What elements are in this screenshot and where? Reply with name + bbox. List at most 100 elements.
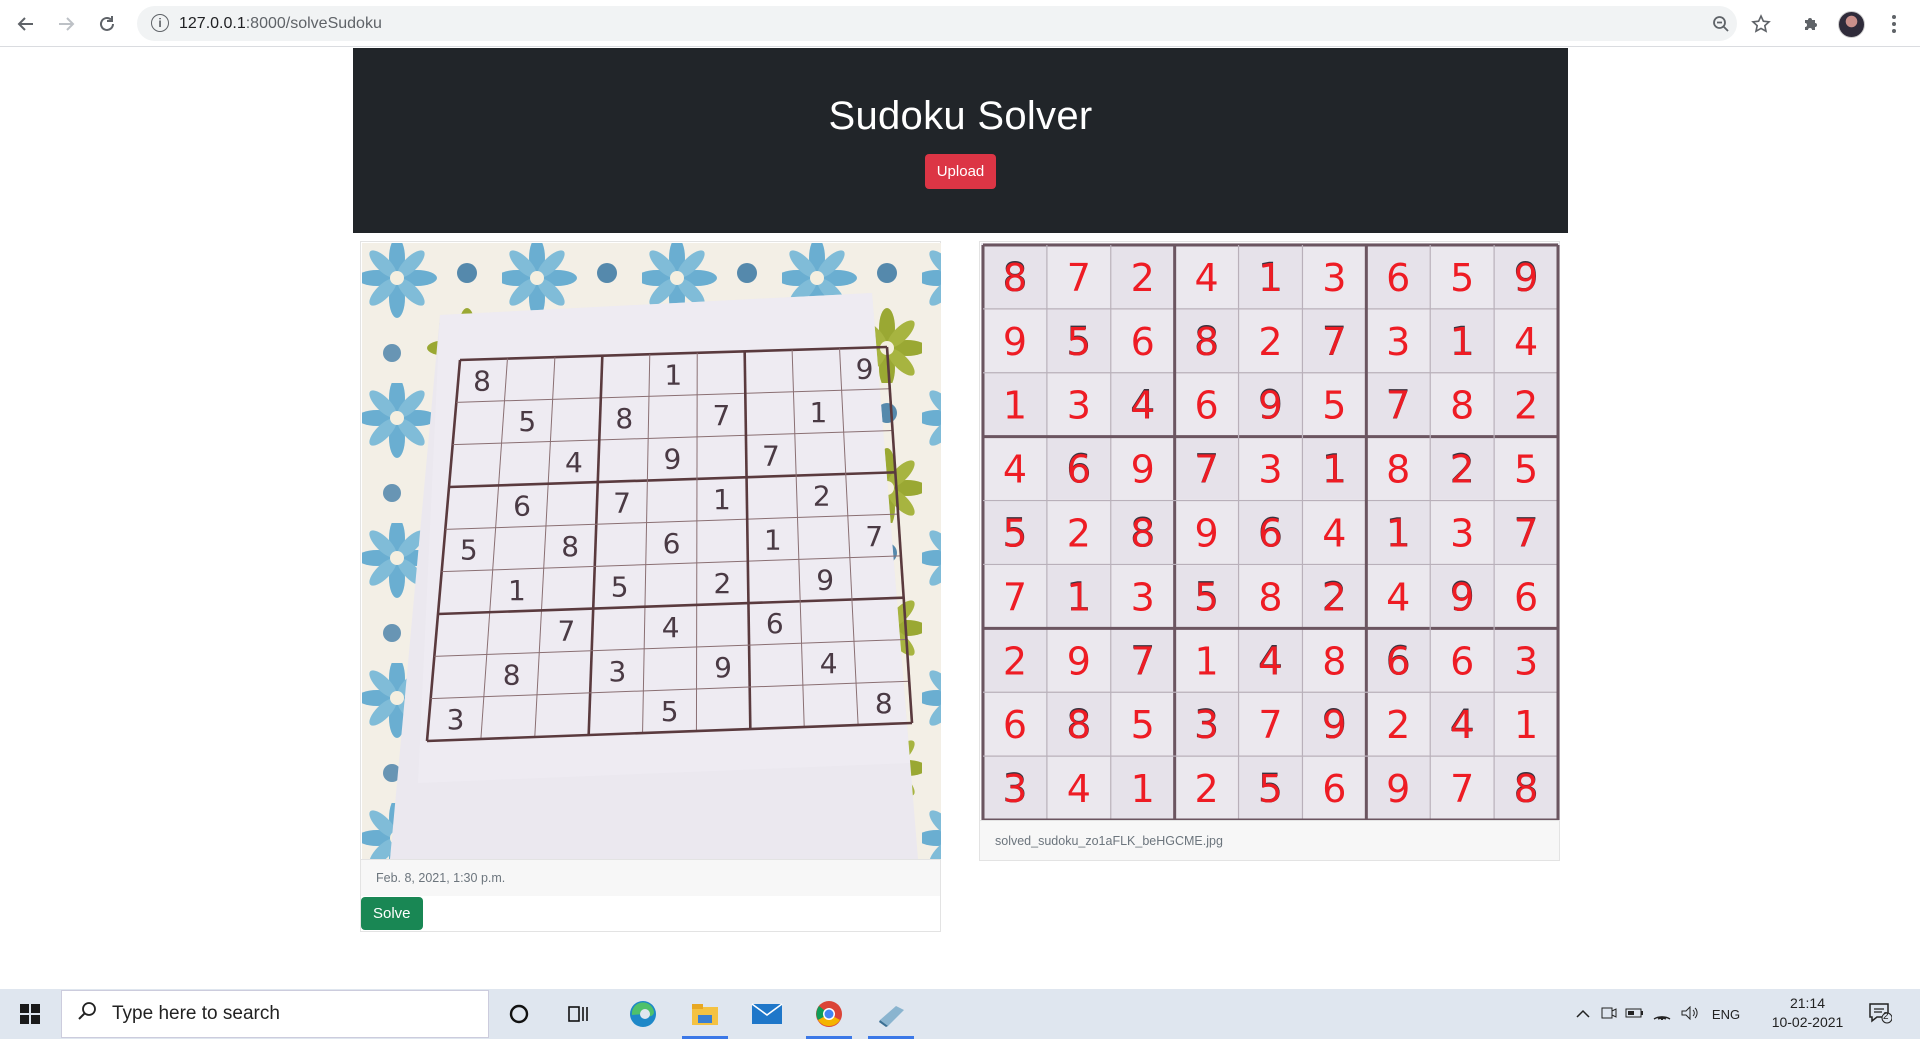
meet-now-icon[interactable] xyxy=(1596,1006,1622,1023)
solved-sudoku-image: 8872411365999556882773114134469957782466… xyxy=(981,243,1560,822)
solved-cell-digit: 5 xyxy=(1514,448,1538,492)
original-cell-digit: 4 xyxy=(565,446,583,479)
solved-cell-digit: 3 xyxy=(1195,703,1219,747)
solved-cell-digit: 6 xyxy=(1258,512,1282,556)
url-host: 127.0.0.1 xyxy=(179,15,246,32)
original-cell-digit: 7 xyxy=(557,615,575,648)
solved-cell-digit: 7 xyxy=(1386,384,1410,428)
solved-cell-digit: 1 xyxy=(1258,256,1282,300)
taskbar-search[interactable]: Type here to search xyxy=(61,990,489,1038)
solved-cell-digit: 4 xyxy=(1258,639,1282,683)
volume-icon[interactable] xyxy=(1676,1005,1704,1023)
solved-cell-digit: 6 xyxy=(1514,575,1538,619)
upload-date: Feb. 8, 2021, 1:30 p.m. xyxy=(361,859,940,896)
forward-button[interactable] xyxy=(50,8,82,40)
solved-cell-digit: 9 xyxy=(1514,256,1538,300)
original-cell-digit: 1 xyxy=(809,396,827,429)
original-cell-digit: 4 xyxy=(820,647,838,680)
solved-cell-digit: 1 xyxy=(1067,575,1091,619)
reload-button[interactable] xyxy=(91,8,123,40)
solved-cell-digit: 7 xyxy=(1195,448,1219,492)
solved-cell-digit: 8 xyxy=(1322,639,1346,683)
extensions-puzzle-icon[interactable] xyxy=(1795,8,1827,40)
solved-cell-digit: 3 xyxy=(1514,639,1538,683)
url-text[interactable]: 127.0.0.1:8000/solveSudoku xyxy=(179,15,382,33)
solved-cell-digit: 5 xyxy=(1450,256,1474,300)
mail-icon[interactable] xyxy=(738,989,796,1039)
zoom-icon[interactable] xyxy=(1709,12,1733,36)
solved-cell-digit: 1 xyxy=(1514,703,1538,747)
bookmark-star-icon[interactable] xyxy=(1745,8,1777,40)
notification-center-icon[interactable]: 2 xyxy=(1868,1002,1893,1024)
original-cell-digit: 9 xyxy=(663,443,681,476)
task-view-icon[interactable] xyxy=(550,989,608,1039)
solved-cell-digit: 1 xyxy=(1322,448,1346,492)
solved-cell-digit: 5 xyxy=(1067,320,1091,364)
solved-cell-digit: 2 xyxy=(1514,384,1538,428)
solved-cell-digit: 5 xyxy=(1258,767,1282,811)
original-cell-digit: 6 xyxy=(663,527,681,560)
solved-cell-digit: 3 xyxy=(1003,767,1027,811)
solved-cell-digit: 4 xyxy=(1450,703,1474,747)
chrome-icon[interactable] xyxy=(800,989,858,1039)
solved-cell-digit: 3 xyxy=(1322,256,1346,300)
edge-browser-icon[interactable] xyxy=(614,989,672,1039)
solved-filename: solved_sudoku_zo1aFLK_beHGCME.jpg xyxy=(980,820,1559,860)
system-tray: ENG xyxy=(1570,989,1748,1039)
original-cell-digit: 1 xyxy=(508,574,526,607)
back-button[interactable] xyxy=(10,8,42,40)
more-menu-icon[interactable] xyxy=(1882,8,1906,40)
original-cell-digit: 2 xyxy=(714,567,732,600)
original-cell-digit: 4 xyxy=(662,611,680,644)
snip-tool-icon[interactable] xyxy=(862,989,920,1039)
solved-sudoku-card: 8872411365999556882773114134469957782466… xyxy=(979,241,1560,861)
original-cell-digit: 6 xyxy=(766,607,784,640)
solved-cell-digit: 1 xyxy=(1003,384,1027,428)
solved-cell-digit: 9 xyxy=(1131,448,1155,492)
file-explorer-icon[interactable] xyxy=(676,989,734,1039)
solved-cell-digit: 6 xyxy=(1067,448,1091,492)
address-bar[interactable]: i 127.0.0.1:8000/solveSudoku xyxy=(137,6,1737,41)
original-cell-digit: 1 xyxy=(664,359,682,392)
info-icon[interactable]: i xyxy=(151,14,169,32)
start-button[interactable] xyxy=(0,989,60,1039)
solved-cell-digit: 4 xyxy=(1067,767,1091,811)
solved-cell-digit: 3 xyxy=(1131,575,1155,619)
notification-count: 2 xyxy=(1883,1011,1889,1022)
upload-button[interactable]: Upload xyxy=(924,154,997,189)
profile-avatar[interactable] xyxy=(1838,11,1865,38)
solved-cell-digit: 8 xyxy=(1195,320,1219,364)
search-icon xyxy=(62,1001,112,1027)
original-sudoku-card: 819587149767125861715297468394358 Feb. 8… xyxy=(360,241,941,932)
cortana-icon[interactable] xyxy=(490,989,548,1039)
solved-cell-digit: 1 xyxy=(1131,767,1155,811)
wifi-icon[interactable] xyxy=(1648,1006,1676,1023)
page-content: Sudoku Solver Upload 8 1 9 5 8 7 1 4 9 7… xyxy=(0,48,1920,989)
original-cell-digit: 5 xyxy=(518,405,536,438)
original-cell-digit: 2 xyxy=(813,480,831,513)
original-cell-digit: 8 xyxy=(561,530,579,563)
solved-cell-digit: 7 xyxy=(1514,512,1538,556)
page-title: Sudoku Solver xyxy=(828,94,1093,138)
solved-cell-digit: 8 xyxy=(1131,512,1155,556)
clock-time: 21:14 xyxy=(1789,995,1826,1011)
original-cell-digit: 7 xyxy=(865,520,883,553)
original-cell-digit: 7 xyxy=(762,439,780,472)
solved-cell-digit: 8 xyxy=(1514,767,1538,811)
solved-cell-digit: 2 xyxy=(1386,703,1410,747)
solved-cell-digit: 8 xyxy=(1067,703,1091,747)
original-cell-digit: 9 xyxy=(856,353,874,386)
solved-cell-digit: 1 xyxy=(1450,320,1474,364)
solved-cell-digit: 6 xyxy=(1450,639,1474,683)
solved-cell-digit: 2 xyxy=(1195,767,1219,811)
original-cell-digit: 9 xyxy=(816,563,834,596)
language-indicator[interactable]: ENG xyxy=(1704,1007,1748,1022)
original-cell-digit: 7 xyxy=(712,399,730,432)
taskbar-clock[interactable]: 21:14 10-02-2021 xyxy=(1760,994,1855,1032)
solve-button[interactable]: Solve xyxy=(361,897,423,930)
battery-icon[interactable] xyxy=(1622,1006,1648,1022)
tray-chevron-up-icon[interactable] xyxy=(1570,1006,1596,1022)
solved-cell-digit: 9 xyxy=(1003,320,1027,364)
solved-cell-digit: 1 xyxy=(1386,512,1410,556)
solved-cell-digit: 7 xyxy=(1322,320,1346,364)
